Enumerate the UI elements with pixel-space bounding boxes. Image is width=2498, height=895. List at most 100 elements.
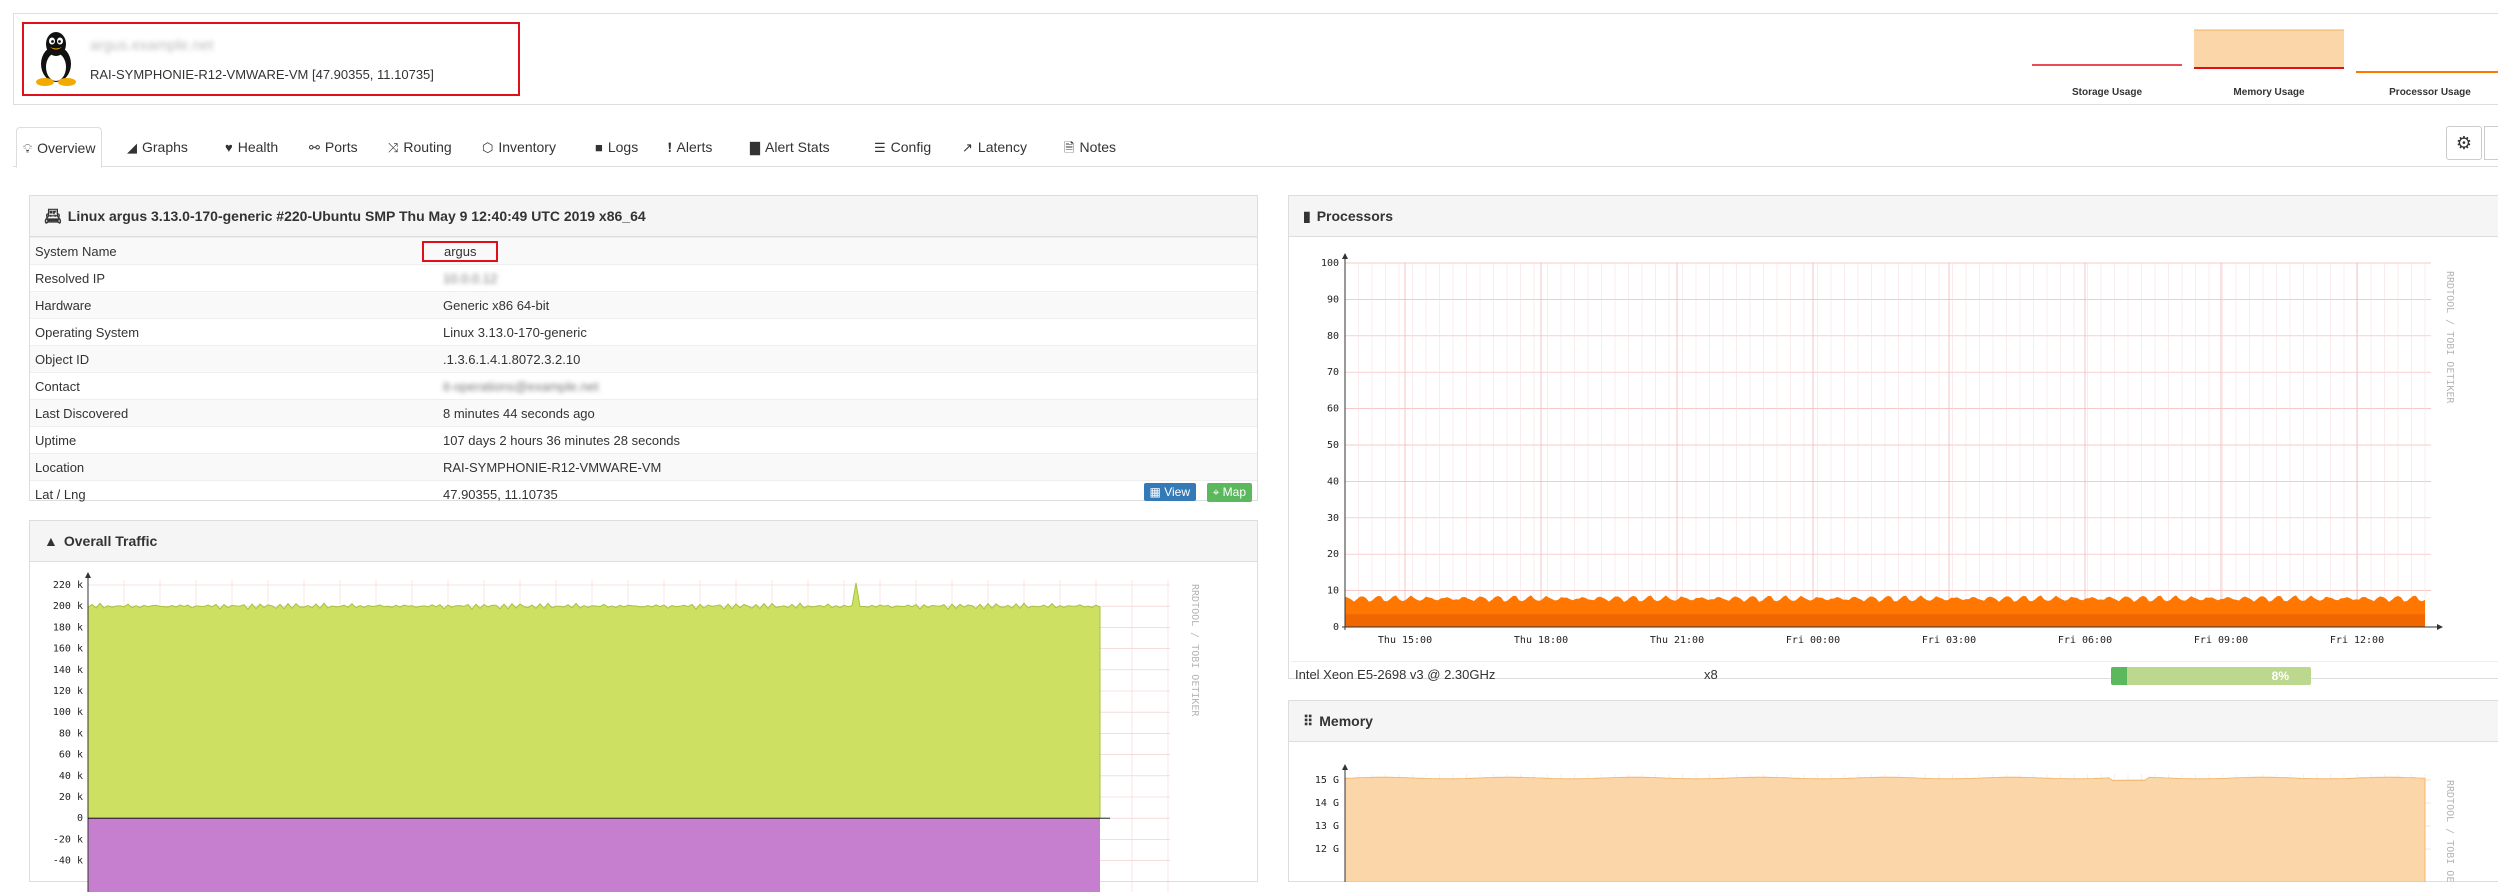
processor-usage-sparkline[interactable]: Processor Usage: [2356, 14, 2498, 104]
y-axis-arrow: [85, 572, 91, 578]
y-tick-label: 10: [1327, 586, 1339, 597]
tab-label: Routing: [403, 139, 452, 155]
line-chart-icon: ↗: [962, 140, 973, 155]
resolved-ip-value: 10.0.0.12: [443, 270, 498, 286]
tab-graphs[interactable]: ◢ Graphs: [121, 127, 194, 167]
lightbulb-icon: 💡︎: [23, 141, 33, 156]
device-hostname[interactable]: argus.example.net: [90, 37, 213, 54]
row-value: argus: [422, 237, 1257, 265]
storage-usage-sparkline[interactable]: Storage Usage: [2032, 14, 2182, 104]
memory-panel: ⠿ Memory 15 G 14 G 13 G 12 G RRDTOOL / TOBI O…: [1288, 700, 2498, 895]
tab-routing[interactable]: ⤨ Routing: [382, 127, 458, 167]
braille-icon: ⠿: [1303, 713, 1314, 729]
row-key: Uptime: [30, 426, 438, 454]
y-axis-arrow: [1342, 253, 1348, 259]
contact-value[interactable]: it-operations@example.net: [443, 379, 599, 394]
tab-notes[interactable]: 🗎︎ Notes: [1058, 127, 1122, 167]
row-value: 10.0.0.12: [438, 264, 1257, 292]
y-tick-label: 20: [1327, 549, 1339, 560]
tab-alert-stats[interactable]: ▇ Alert Stats: [744, 127, 836, 167]
row-key: Hardware: [30, 291, 438, 319]
y-tick-label: 12 G: [1315, 844, 1339, 855]
x-tick-label: Fri 09:00: [2194, 635, 2248, 646]
y-tick-label: 100 k: [53, 707, 83, 718]
cpu-usage-label: 8%: [2271, 669, 2289, 683]
x-tick-label: Fri 06:00: [2058, 635, 2112, 646]
table-row: System Name argus: [30, 237, 1257, 265]
map-label: Map: [1222, 485, 1246, 499]
processors-graph[interactable]: 1009080706050403020100Thu 15:00 Thu 18:00…: [1289, 237, 2498, 655]
y-tick-label: -40 k: [53, 856, 83, 867]
processor-row[interactable]: Intel Xeon E5-2698 v3 @ 2.30GHz x8 8%: [1291, 661, 2498, 688]
device-location: RAI-SYMPHONIE-R12-VMWARE-VM [47.90355, 1…: [90, 67, 434, 82]
y-axis-arrow: [1342, 764, 1348, 770]
mobile-icon: ▮: [1303, 208, 1311, 224]
tab-overview[interactable]: 💡︎ Overview: [16, 127, 103, 168]
row-value: 107 days 2 hours 36 minutes 28 seconds: [438, 426, 1257, 454]
y-tick-label: 0: [1333, 622, 1339, 633]
overview-panel: 📇︎ Linux argus 3.13.0-170-generic #220-Ub…: [29, 195, 1258, 507]
tab-label: Logs: [607, 139, 639, 155]
processors-panel-header: ▮ Processors: [1289, 196, 2498, 237]
y-tick-label: 13 G: [1315, 821, 1339, 832]
tab-latency[interactable]: ↗ Latency: [956, 127, 1033, 167]
traffic-title: Overall Traffic: [63, 533, 158, 549]
row-value: 47.90355, 11.10735 ▦ View ⌖ Map: [438, 480, 1257, 507]
device-settings-button[interactable]: ⚙: [2446, 126, 2482, 160]
link-icon: ⚯: [309, 140, 320, 155]
outbound-traffic-area: [88, 818, 1100, 892]
random-icon: ⤨: [388, 140, 399, 155]
y-tick-label: 80: [1327, 331, 1339, 342]
device-menu-button[interactable]: [2484, 126, 2498, 160]
y-tick-label: 50: [1327, 440, 1339, 451]
overview-table: System Name argus Resolved IP 10.0.0.12 Ha…: [30, 237, 1257, 507]
map-button[interactable]: ⌖ Map: [1206, 483, 1252, 502]
traffic-panel: ▲ Overall Traffic 220 k 200 k 180 k 160 k 140…: [29, 520, 1258, 892]
table-row: Lat / Lng 47.90355, 11.10735 ▦ View ⌖ Map: [30, 480, 1257, 507]
gear-icon: ⚙: [2455, 133, 2473, 153]
table-row: Contact it-operations@example.net: [30, 372, 1257, 400]
tab-health[interactable]: ♥ Health: [219, 127, 284, 167]
processor-usage-label: Processor Usage: [2389, 87, 2471, 98]
cpu-name: Intel Xeon E5-2698 v3 @ 2.30GHz: [1295, 667, 1496, 682]
cpu-usage-fill: [2111, 667, 2127, 685]
device-summary-box[interactable]: argus.example.net RAI-SYMPHONIE-R12-VMWA…: [22, 22, 520, 96]
row-key: System Name: [30, 237, 438, 265]
row-value: it-operations@example.net: [438, 372, 1257, 400]
tab-inventory[interactable]: ⬡ Inventory: [476, 127, 562, 167]
device-tabs: 💡︎ Overview ◢ Graphs ♥ Health ⚯ Ports ⤨ Routi…: [13, 127, 2498, 168]
memory-usage-sparkline[interactable]: Memory Usage: [2194, 14, 2344, 104]
tab-label: Ports: [324, 139, 358, 155]
cpu-count: x8: [1704, 667, 1718, 682]
exclamation-circle-icon: ❗︎: [668, 140, 672, 155]
y-tick-label: 40 k: [59, 771, 83, 782]
row-key: Last Discovered: [30, 399, 438, 427]
y-tick-label: 200 k: [53, 601, 83, 612]
y-tick-label: 180 k: [53, 622, 83, 633]
lat-lng-value: 47.90355, 11.10735: [443, 486, 558, 502]
memory-usage-label: Memory Usage: [2233, 87, 2305, 98]
row-key: Lat / Lng: [30, 480, 438, 507]
cpu-usage-bar: 8%: [2111, 667, 2311, 685]
view-map-button[interactable]: ▦ View: [1143, 483, 1196, 501]
memory-graph[interactable]: 15 G 14 G 13 G 12 G RRDTOOL / TOBI OETIKER: [1289, 742, 2498, 895]
x-tick-label: Fri 12:00: [2330, 635, 2384, 646]
tab-logs[interactable]: ■ Logs: [589, 127, 644, 167]
processors-title: Processors: [1316, 208, 1393, 224]
traffic-panel-header: ▲ Overall Traffic: [30, 521, 1257, 562]
tab-alerts[interactable]: ❗︎ Alerts: [662, 127, 718, 167]
row-value: .1.3.6.1.4.1.8072.3.2.10: [438, 345, 1257, 373]
tab-config[interactable]: ☰ Config: [868, 127, 937, 167]
overview-title: Linux argus 3.13.0-170-generic #220-Ubun…: [67, 208, 646, 224]
road-icon: ▲: [44, 533, 58, 549]
tab-ports[interactable]: ⚯ Ports: [303, 127, 364, 167]
row-value: Generic x86 64-bit: [438, 291, 1257, 319]
processors-panel: ▮ Processors 100 90 80 70 60 50 40 30 20 10 0 Thu 15…: [1288, 195, 2498, 685]
y-tick-label: 0: [77, 813, 83, 824]
row-key: Location: [30, 453, 438, 481]
align-justify-icon: ☰: [874, 140, 886, 155]
y-tick-label: 160 k: [53, 644, 83, 655]
traffic-graph[interactable]: 220 k 200 k 180 k 160 k 140 k 120 k 100 k 80 k 6…: [30, 562, 1257, 892]
tab-label: Notes: [1079, 139, 1117, 155]
y-tick-label: -20 k: [53, 834, 83, 845]
